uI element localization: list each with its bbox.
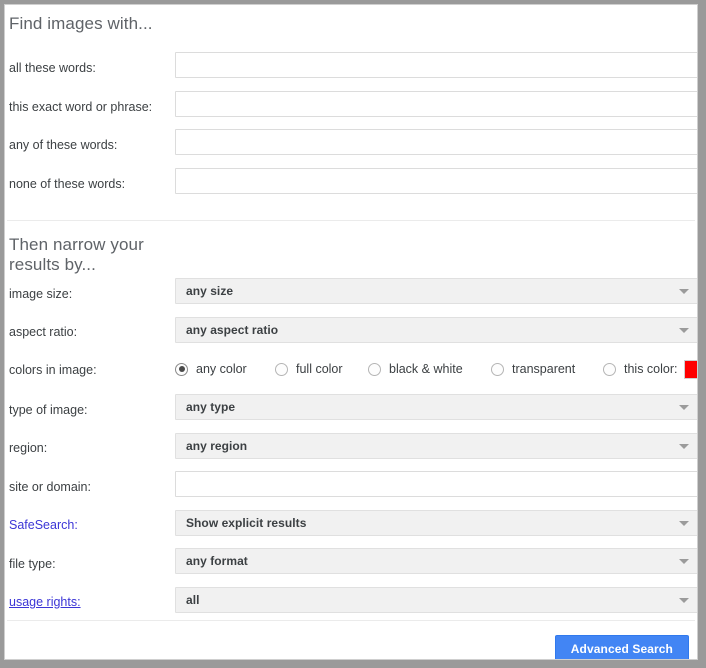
chevron-down-icon xyxy=(679,444,689,449)
select-type-of-image[interactable]: any type xyxy=(175,394,697,420)
select-safesearch-value: Show explicit results xyxy=(186,516,307,530)
radio-label-any-color: any color xyxy=(196,362,247,376)
label-region: region: xyxy=(9,441,48,455)
section-divider-top xyxy=(7,220,695,221)
radio-option-black-and-white[interactable]: black & white xyxy=(368,358,463,380)
select-file-type-value: any format xyxy=(186,554,248,568)
label-safesearch[interactable]: SafeSearch: xyxy=(9,517,78,533)
advanced-image-search-panel: Find images with... all these words: thi… xyxy=(4,4,698,660)
label-site-or-domain: site or domain: xyxy=(9,480,91,494)
radio-label-transparent: transparent xyxy=(512,362,576,376)
input-all-these-words[interactable] xyxy=(175,52,697,78)
chevron-down-icon xyxy=(679,289,689,294)
narrow-results-heading: Then narrow your results by... xyxy=(9,235,144,274)
select-image-size[interactable]: any size xyxy=(175,278,697,304)
label-any-of-these-words: any of these words: xyxy=(9,138,118,152)
radio-option-transparent[interactable]: transparent xyxy=(491,358,575,380)
select-usage-rights-value: all xyxy=(186,593,200,607)
color-swatch-this-color[interactable] xyxy=(683,359,697,379)
input-exact-word-or-phrase[interactable] xyxy=(175,91,697,117)
radio-group-colors-in-image: any color full color black & white trans… xyxy=(175,358,697,380)
radio-indicator-black-and-white[interactable] xyxy=(368,362,381,376)
select-safesearch[interactable]: Show explicit results xyxy=(175,510,697,536)
radio-label-this-color: this color: xyxy=(624,362,678,376)
radio-label-black-and-white: black & white xyxy=(389,362,463,376)
select-file-type[interactable]: any format xyxy=(175,548,697,574)
radio-indicator-any-color[interactable] xyxy=(175,362,188,376)
input-any-of-these-words[interactable] xyxy=(175,129,697,155)
label-usage-rights[interactable]: usage rights: xyxy=(9,594,81,610)
label-none-of-these-words: none of these words: xyxy=(9,177,126,191)
radio-option-this-color[interactable]: this color: xyxy=(603,358,697,380)
chevron-down-icon xyxy=(679,598,689,603)
select-region-value: any region xyxy=(186,439,248,453)
advanced-search-button[interactable]: Advanced Search xyxy=(554,635,689,659)
label-type-of-image: type of image: xyxy=(9,403,88,417)
select-aspect-ratio[interactable]: any aspect ratio xyxy=(175,317,697,343)
label-colors-in-image: colors in image: xyxy=(9,363,97,377)
find-images-heading: Find images with... xyxy=(9,14,153,33)
label-exact-word-or-phrase: this exact word or phrase: xyxy=(9,100,153,114)
radio-option-full-color[interactable]: full color xyxy=(275,358,343,380)
label-file-type: file type: xyxy=(9,557,56,571)
chevron-down-icon xyxy=(679,405,689,410)
label-aspect-ratio: aspect ratio: xyxy=(9,325,78,339)
radio-label-full-color: full color xyxy=(296,362,343,376)
input-none-of-these-words[interactable] xyxy=(175,168,697,194)
chevron-down-icon xyxy=(679,328,689,333)
radio-indicator-full-color[interactable] xyxy=(275,362,288,376)
label-image-size: image size: xyxy=(9,287,73,301)
select-aspect-ratio-value: any aspect ratio xyxy=(186,323,279,337)
select-usage-rights[interactable]: all xyxy=(175,587,697,613)
select-image-size-value: any size xyxy=(186,284,234,298)
radio-indicator-transparent[interactable] xyxy=(491,362,504,376)
select-type-of-image-value: any type xyxy=(186,400,236,414)
label-all-these-words: all these words: xyxy=(9,61,96,75)
section-divider-bottom xyxy=(7,620,695,621)
radio-indicator-this-color[interactable] xyxy=(603,362,616,376)
chevron-down-icon xyxy=(679,521,689,526)
input-site-or-domain[interactable] xyxy=(175,471,697,497)
radio-option-any-color[interactable]: any color xyxy=(175,358,247,380)
chevron-down-icon xyxy=(679,559,689,564)
select-region[interactable]: any region xyxy=(175,433,697,459)
